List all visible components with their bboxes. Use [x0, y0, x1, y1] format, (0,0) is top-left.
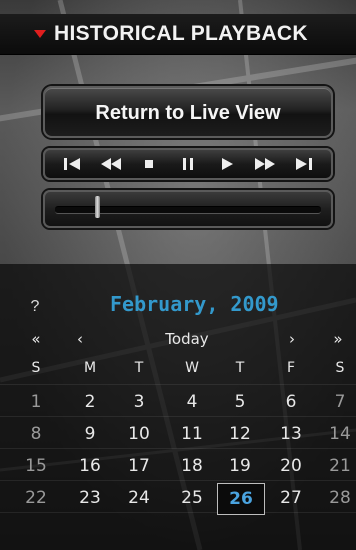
calendar-day[interactable]: 15: [18, 456, 54, 476]
calendar-day[interactable]: 7: [322, 392, 356, 412]
stop-icon[interactable]: [134, 152, 164, 176]
calendar-day[interactable]: 19: [222, 456, 258, 476]
calendar-day[interactable]: 6: [273, 392, 309, 412]
weekday-header: M: [83, 360, 97, 376]
pause-icon[interactable]: [173, 152, 203, 176]
triangle-down-icon[interactable]: [34, 30, 46, 38]
calendar-day[interactable]: 11: [174, 424, 210, 444]
panel-title: HISTORICAL PLAYBACK: [54, 22, 308, 45]
weekday-header: S: [335, 360, 345, 376]
calendar-day[interactable]: 5: [222, 392, 258, 412]
calendar-day[interactable]: 17: [121, 456, 157, 476]
skip-to-start-icon[interactable]: [57, 152, 87, 176]
calendar-help-button[interactable]: ?: [28, 298, 42, 316]
prev-year-button[interactable]: «: [26, 330, 46, 348]
calendar-day[interactable]: 21: [322, 456, 356, 476]
calendar-day[interactable]: 10: [121, 424, 157, 444]
calendar-day[interactable]: 2: [72, 392, 108, 412]
calendar-day[interactable]: 12: [222, 424, 258, 444]
weekday-header: S: [31, 360, 41, 376]
play-icon[interactable]: [212, 152, 242, 176]
calendar-day[interactable]: 9: [72, 424, 108, 444]
calendar-day[interactable]: 24: [121, 488, 157, 508]
weekday-header: W: [185, 360, 199, 376]
calendar-day[interactable]: 8: [18, 424, 54, 444]
next-month-button[interactable]: ›: [282, 330, 302, 348]
calendar-day[interactable]: 16: [72, 456, 108, 476]
calendar-month-label: February, 2009: [110, 292, 279, 316]
calendar-day[interactable]: 14: [322, 424, 356, 444]
calendar-day[interactable]: 3: [121, 392, 157, 412]
calendar-day[interactable]: 28: [322, 488, 356, 508]
calendar-day[interactable]: 18: [174, 456, 210, 476]
calendar-day[interactable]: 20: [273, 456, 309, 476]
slider-handle[interactable]: [94, 196, 100, 218]
fast-forward-icon[interactable]: [250, 152, 280, 176]
next-year-button[interactable]: »: [328, 330, 348, 348]
today-button[interactable]: Today: [152, 330, 222, 348]
playback-slider[interactable]: [43, 190, 333, 228]
panel-header[interactable]: HISTORICAL PLAYBACK: [0, 14, 356, 55]
calendar-day[interactable]: 27: [273, 488, 309, 508]
skip-to-end-icon[interactable]: [289, 152, 319, 176]
calendar-day[interactable]: 22: [18, 488, 54, 508]
rewind-icon[interactable]: [96, 152, 126, 176]
calendar-day[interactable]: 13: [273, 424, 309, 444]
prev-month-button[interactable]: ‹: [70, 330, 90, 348]
return-to-live-view-button[interactable]: Return to Live View: [43, 86, 333, 138]
calendar-day[interactable]: 25: [174, 488, 210, 508]
historical-playback-panel: HISTORICAL PLAYBACK Return to Live View: [0, 0, 356, 550]
calendar-day[interactable]: 4: [174, 392, 210, 412]
calendar: ? February, 2009 « ‹ Today › » S M T W T…: [0, 264, 356, 550]
calendar-day[interactable]: 1: [18, 392, 54, 412]
calendar-day-selected[interactable]: 26: [217, 483, 265, 515]
weekday-header: T: [134, 360, 144, 376]
transport-controls: [43, 148, 333, 180]
calendar-day[interactable]: 23: [72, 488, 108, 508]
weekday-header: F: [286, 360, 296, 376]
weekday-header: T: [235, 360, 245, 376]
